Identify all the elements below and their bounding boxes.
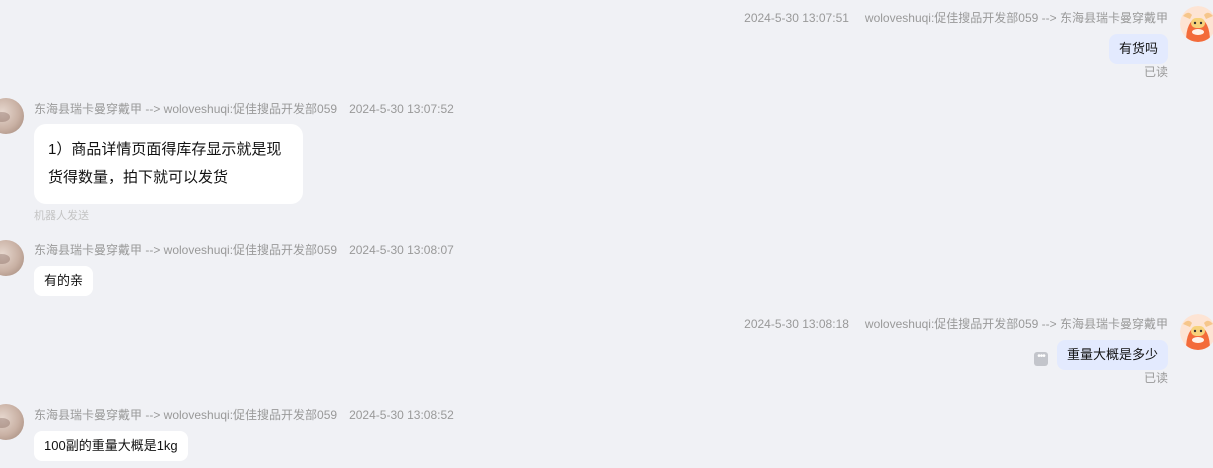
message-meta: 2024-5-30 13:08:18 woloveshuqi:促佳搜品开发部059… xyxy=(744,315,1168,332)
message-row: 东海县瑞卡曼穿戴甲 --> woloveshuqi:促佳搜品开发部059 2024… xyxy=(0,90,1213,225)
message-bubble[interactable]: 重量大概是多少 xyxy=(1056,340,1168,370)
ellipsis-icon[interactable]: ••• xyxy=(1034,352,1048,366)
message-row: 2024-5-30 13:07:51 woloveshuqi:促佳搜品开发部059… xyxy=(0,0,1213,90)
message-route: woloveshuqi:促佳搜品开发部059 --> 东海县瑞卡曼穿戴甲 xyxy=(864,317,1168,331)
message-time: 2024-5-30 13:08:07 xyxy=(349,243,454,257)
bot-avatar[interactable] xyxy=(1180,314,1213,350)
robot-sent-label: 机器人发送 xyxy=(34,210,89,222)
message-time: 2024-5-30 13:07:51 xyxy=(744,11,849,25)
message-time: 2024-5-30 13:08:52 xyxy=(349,408,454,422)
bot-avatar[interactable] xyxy=(1180,6,1213,42)
seller-avatar[interactable] xyxy=(0,404,24,440)
message-row: 2024-5-30 13:08:18 woloveshuqi:促佳搜品开发部059… xyxy=(0,306,1213,396)
cartoon-bull-avatar-icon xyxy=(1180,314,1213,350)
message-route: 东海县瑞卡曼穿戴甲 --> woloveshuqi:促佳搜品开发部059 xyxy=(34,243,338,257)
message-bubble[interactable]: 100副的重量大概是1kg xyxy=(34,431,188,461)
message-meta: 东海县瑞卡曼穿戴甲 --> woloveshuqi:促佳搜品开发部059 2024… xyxy=(34,406,454,423)
message-route: 东海县瑞卡曼穿戴甲 --> woloveshuqi:促佳搜品开发部059 xyxy=(34,408,338,422)
seller-avatar[interactable] xyxy=(0,240,24,276)
message-route: 东海县瑞卡曼穿戴甲 --> woloveshuqi:促佳搜品开发部059 xyxy=(34,102,338,116)
message-meta: 东海县瑞卡曼穿戴甲 --> woloveshuqi:促佳搜品开发部059 2024… xyxy=(34,241,454,258)
message-row: 东海县瑞卡曼穿戴甲 --> woloveshuqi:促佳搜品开发部059 2024… xyxy=(0,230,1213,300)
message-meta: 东海县瑞卡曼穿戴甲 --> woloveshuqi:促佳搜品开发部059 2024… xyxy=(34,100,454,117)
message-meta: 2024-5-30 13:07:51 woloveshuqi:促佳搜品开发部059… xyxy=(744,9,1168,26)
read-status: 已读 xyxy=(1143,371,1168,385)
read-status: 已读 xyxy=(1143,65,1168,79)
seller-avatar[interactable] xyxy=(0,98,24,134)
message-bubble[interactable]: 有的亲 xyxy=(34,266,94,296)
message-bubble[interactable]: 1）商品详情页面得库存显示就是现货得数量，拍下就可以发货 xyxy=(34,124,303,204)
cartoon-bull-avatar-icon xyxy=(1180,6,1213,42)
message-time: 2024-5-30 13:08:18 xyxy=(744,317,849,331)
message-bubble[interactable]: 有货吗 xyxy=(1108,34,1168,64)
message-row: 东海县瑞卡曼穿戴甲 --> woloveshuqi:促佳搜品开发部059 2024… xyxy=(0,396,1213,468)
message-route: woloveshuqi:促佳搜品开发部059 --> 东海县瑞卡曼穿戴甲 xyxy=(864,11,1168,25)
message-time: 2024-5-30 13:07:52 xyxy=(349,102,454,116)
